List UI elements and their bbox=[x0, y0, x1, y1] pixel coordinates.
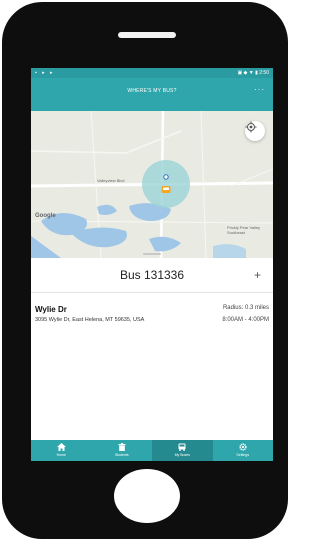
phone-speaker bbox=[118, 32, 176, 38]
stop-address: 3095 Wylie Dr, East Helena, MT 59635, US… bbox=[35, 317, 145, 323]
status-indicator-icons: ▣ ◆ ▼ ▮ bbox=[237, 70, 258, 76]
stop-list-item[interactable]: Wylie Dr 3095 Wylie Dr, East Helena, MT … bbox=[31, 305, 273, 345]
nav-students-label: Students bbox=[114, 453, 129, 457]
home-icon bbox=[56, 443, 66, 453]
add-stop-button[interactable]: + bbox=[254, 258, 261, 292]
map-lake bbox=[149, 236, 181, 252]
my-location-button[interactable] bbox=[245, 121, 265, 141]
nav-settings[interactable]: Settings bbox=[213, 440, 274, 461]
nav-home-label: Home bbox=[56, 453, 66, 457]
map-road-secondary bbox=[31, 130, 182, 154]
nav-students[interactable]: Students bbox=[92, 440, 153, 461]
map-lake bbox=[97, 204, 117, 215]
stop-radius-circle bbox=[142, 160, 190, 208]
phone-home-button[interactable] bbox=[114, 469, 180, 523]
stop-location-marker bbox=[163, 174, 169, 180]
nav-my-buses-label: My Buses bbox=[174, 453, 190, 457]
google-logo: Google bbox=[35, 213, 56, 219]
app-bar: WHERE'S MY BUS? ··· bbox=[31, 78, 273, 111]
bottom-navigation: Home Students My Buses Settings bbox=[31, 440, 273, 461]
bus-sheet-header: Bus 131336 + bbox=[31, 258, 273, 293]
app-screen: ▪ ▸ ▸ ▣ ◆ ▼ ▮ 2:50 WHERE'S MY BUS? ··· V… bbox=[31, 68, 273, 461]
status-bar: ▪ ▸ ▸ ▣ ◆ ▼ ▮ 2:50 bbox=[31, 68, 273, 78]
app-title: WHERE'S MY BUS? bbox=[127, 88, 177, 94]
map-pond bbox=[213, 244, 246, 258]
status-time: 2:50 bbox=[259, 70, 269, 76]
map-view[interactable]: Valleyview Blvd Prickly Pear Valley Sout… bbox=[31, 111, 273, 258]
map-road-label: Valleyview Blvd bbox=[97, 178, 125, 183]
nav-home[interactable]: Home bbox=[31, 440, 92, 461]
sheet-drag-handle[interactable] bbox=[143, 253, 161, 255]
stop-hours: 8:00AM - 4:00PM bbox=[222, 317, 269, 323]
phone-frame: ▪ ▸ ▸ ▣ ◆ ▼ ▮ 2:50 WHERE'S MY BUS? ··· V… bbox=[2, 2, 288, 539]
map-area-label-line2: Southeast bbox=[227, 230, 246, 235]
status-system-icons: ▣ ◆ ▼ ▮ 2:50 bbox=[237, 68, 269, 78]
map-canvas bbox=[31, 111, 273, 258]
gear-icon bbox=[239, 443, 247, 453]
map-lake bbox=[31, 236, 61, 258]
nav-my-buses[interactable]: My Buses bbox=[152, 440, 213, 461]
more-options-button[interactable]: ··· bbox=[254, 78, 265, 102]
trash-icon bbox=[118, 443, 126, 453]
bus-title: Bus 131336 bbox=[119, 268, 185, 282]
bus-icon bbox=[178, 443, 186, 453]
nav-settings-label: Settings bbox=[236, 453, 250, 457]
stop-name: Wylie Dr bbox=[35, 305, 67, 314]
status-notification-icons: ▪ ▸ ▸ bbox=[35, 70, 55, 76]
stop-radius: Radius: 0.3 miles bbox=[222, 305, 269, 311]
map-area-label: Prickly Pear Valley Southeast bbox=[227, 225, 260, 235]
